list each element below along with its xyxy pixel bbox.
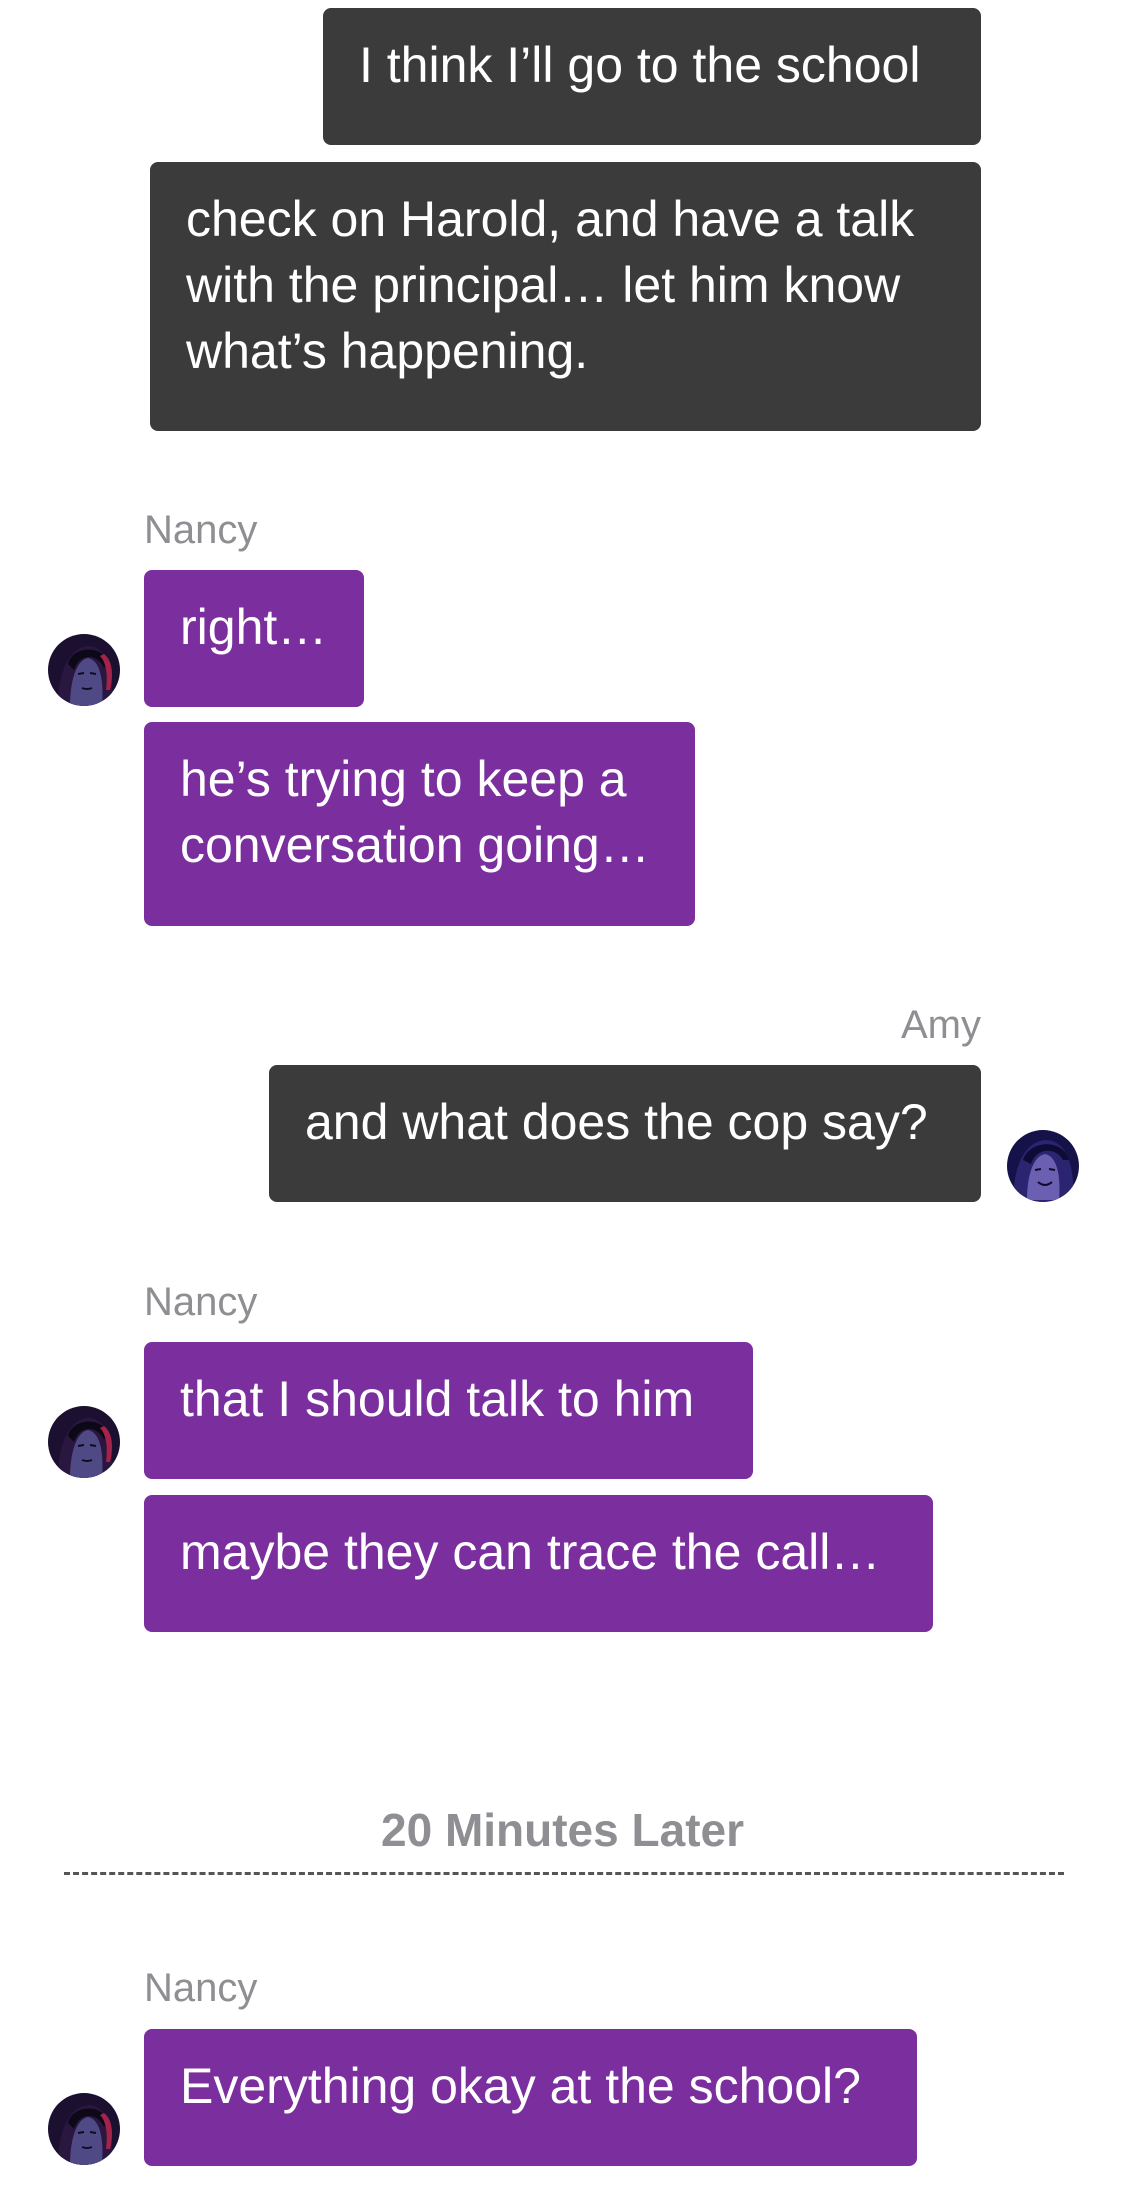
message-bubble-incoming: that I should talk to him — [144, 1342, 753, 1479]
message-bubble-incoming: Everything okay at the school? — [144, 2029, 917, 2166]
time-divider-label: 20 Minutes Later — [381, 1804, 744, 1856]
message-bubble-incoming: right… — [144, 570, 364, 707]
message-bubble-incoming: maybe they can trace the call… — [144, 1495, 933, 1632]
sender-label-amy: Amy — [901, 1003, 981, 1047]
nancy-avatar-icon — [48, 2093, 120, 2165]
nancy-avatar-icon — [48, 1406, 120, 1478]
message-bubble-outgoing: check on Harold, and have a talk with th… — [150, 162, 981, 431]
nancy-avatar-icon — [48, 634, 120, 706]
time-divider-line — [64, 1872, 1064, 1875]
sender-label-nancy: Nancy — [144, 1280, 258, 1324]
message-bubble-incoming: he’s trying to keep a conversation going… — [144, 722, 695, 926]
sender-label-nancy: Nancy — [144, 508, 258, 552]
sender-label-nancy: Nancy — [144, 1966, 258, 2010]
message-bubble-outgoing: and what does the cop say? — [269, 1065, 981, 1202]
message-bubble-outgoing: I think I’ll go to the school — [323, 8, 981, 145]
amy-avatar-icon — [1007, 1130, 1079, 1202]
